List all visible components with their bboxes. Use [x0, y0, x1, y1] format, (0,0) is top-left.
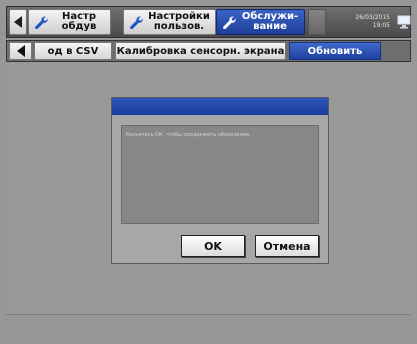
tab-label: Настройки пользов. — [148, 11, 210, 32]
subtab-touchscreen-calibration[interactable]: Калибровка сенсорн. экрана — [115, 42, 286, 60]
arrow-right-icon — [313, 16, 321, 28]
date-time: 26/03/2015 19:05 — [332, 10, 390, 34]
subtab-label: Обновить — [307, 45, 363, 57]
monitor-icon[interactable] — [397, 15, 411, 29]
dialog-message: Коснитесь ОК, чтобы продолжить обновлени… — [126, 132, 251, 138]
subtab-export-csv[interactable]: од в CSV — [34, 42, 112, 60]
scroll-left-button[interactable] — [9, 9, 27, 35]
tab-label: Обслужи- вание — [241, 11, 299, 32]
sub-tab-bar: од в CSV Калибровка сенсорн. экрана Обно… — [6, 40, 411, 62]
wrench-icon — [130, 16, 143, 29]
scroll-right-button[interactable] — [308, 9, 326, 35]
tab-maintenance[interactable]: Обслужи- вание — [216, 9, 305, 35]
wrench-icon — [223, 16, 236, 29]
ok-button[interactable]: OK — [181, 235, 245, 257]
subtab-update[interactable]: Обновить — [289, 42, 381, 60]
tab-label: Настр обдув — [61, 11, 97, 32]
screen: Настр обдув Настройки пользов. Обслужи- … — [0, 0, 417, 344]
bottom-divider — [6, 314, 411, 315]
dialog-message-box: Коснитесь ОК, чтобы продолжить обновлени… — [121, 125, 319, 224]
subtab-label: Калибровка сенсорн. экрана — [116, 45, 285, 57]
tab-airflow-settings[interactable]: Настр обдув — [28, 9, 111, 35]
wrench-icon — [35, 16, 48, 29]
tab-user-settings[interactable]: Настройки пользов. — [123, 9, 216, 35]
subtab-label: од в CSV — [47, 45, 99, 57]
top-tab-bar: Настр обдув Настройки пользов. Обслужи- … — [6, 6, 411, 38]
cancel-button[interactable]: Отмена — [255, 235, 319, 257]
update-dialog: Коснитесь ОК, чтобы продолжить обновлени… — [111, 97, 329, 264]
arrow-left-icon — [14, 16, 22, 28]
arrow-left-icon — [16, 45, 25, 57]
subtab-scroll-left-button[interactable] — [9, 42, 32, 60]
time-text: 19:05 — [372, 22, 390, 29]
dialog-title-bar — [112, 98, 328, 115]
date-text: 26/03/2015 — [355, 14, 390, 21]
